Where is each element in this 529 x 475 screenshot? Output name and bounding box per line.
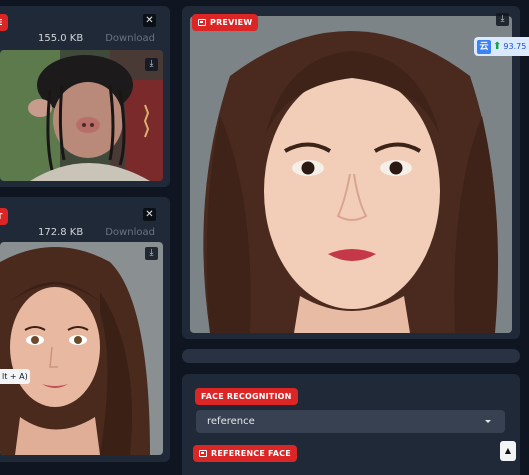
target-close-button[interactable]: ✕ (143, 208, 156, 221)
source-meta: 155.0 KB Download (38, 33, 155, 44)
face-recognition-select[interactable]: reference (196, 410, 505, 433)
source-file-size: 155.0 KB (38, 33, 84, 44)
scroll-to-top-button[interactable]: ▲ (500, 441, 516, 461)
chevron-down-icon (485, 420, 491, 423)
close-icon: ✕ (145, 209, 154, 220)
preview-badge-label: PREVIEW (210, 18, 253, 27)
download-icon[interactable]: ⤓ (496, 13, 509, 26)
face-recognition-value: reference (207, 416, 255, 427)
face-recognition-label: FACE RECOGNITION (195, 388, 298, 405)
source-badge-label: E (0, 18, 3, 27)
reference-face-label-text: REFERENCE FACE (211, 449, 291, 458)
cloud-icon: 云 (477, 39, 491, 54)
image-icon (198, 19, 206, 26)
target-badge: T (0, 208, 8, 225)
download-icon[interactable]: ⤓ (145, 247, 158, 260)
preview-panel: PREVIEW ⤓ (182, 6, 520, 339)
target-badge-label: T (0, 212, 3, 221)
source-image (0, 50, 163, 181)
caret-up-icon: ▲ (504, 446, 512, 455)
close-icon: ✕ (145, 15, 154, 26)
source-badge: E (0, 14, 8, 31)
tooltip-text: lt + A) (2, 372, 28, 381)
target-download-link[interactable]: Download (105, 227, 155, 238)
source-image-panel: E ✕ 155.0 KB Download ⤓ (0, 6, 170, 187)
target-image (0, 242, 163, 455)
reference-face-label: REFERENCE FACE (193, 445, 297, 462)
progress-bar (182, 349, 520, 363)
source-close-button[interactable]: ✕ (143, 14, 156, 27)
floating-speed-widget[interactable]: 云 ⬆ 93.75 (474, 37, 529, 56)
source-download-link[interactable]: Download (105, 33, 155, 44)
image-icon (199, 450, 207, 457)
shortcut-tooltip: lt + A) (0, 369, 30, 384)
arrow-up-icon: ⬆ (493, 41, 502, 52)
preview-badge: PREVIEW (192, 14, 259, 31)
face-recognition-label-text: FACE RECOGNITION (201, 392, 292, 401)
download-icon[interactable]: ⤓ (145, 58, 158, 71)
target-image-panel: T ✕ 172.8 KB Download ⤓ (0, 197, 170, 462)
target-meta: 172.8 KB Download (38, 227, 155, 238)
preview-image (190, 16, 512, 333)
speed-value: 93.75 (503, 42, 527, 51)
target-file-size: 172.8 KB (38, 227, 84, 238)
